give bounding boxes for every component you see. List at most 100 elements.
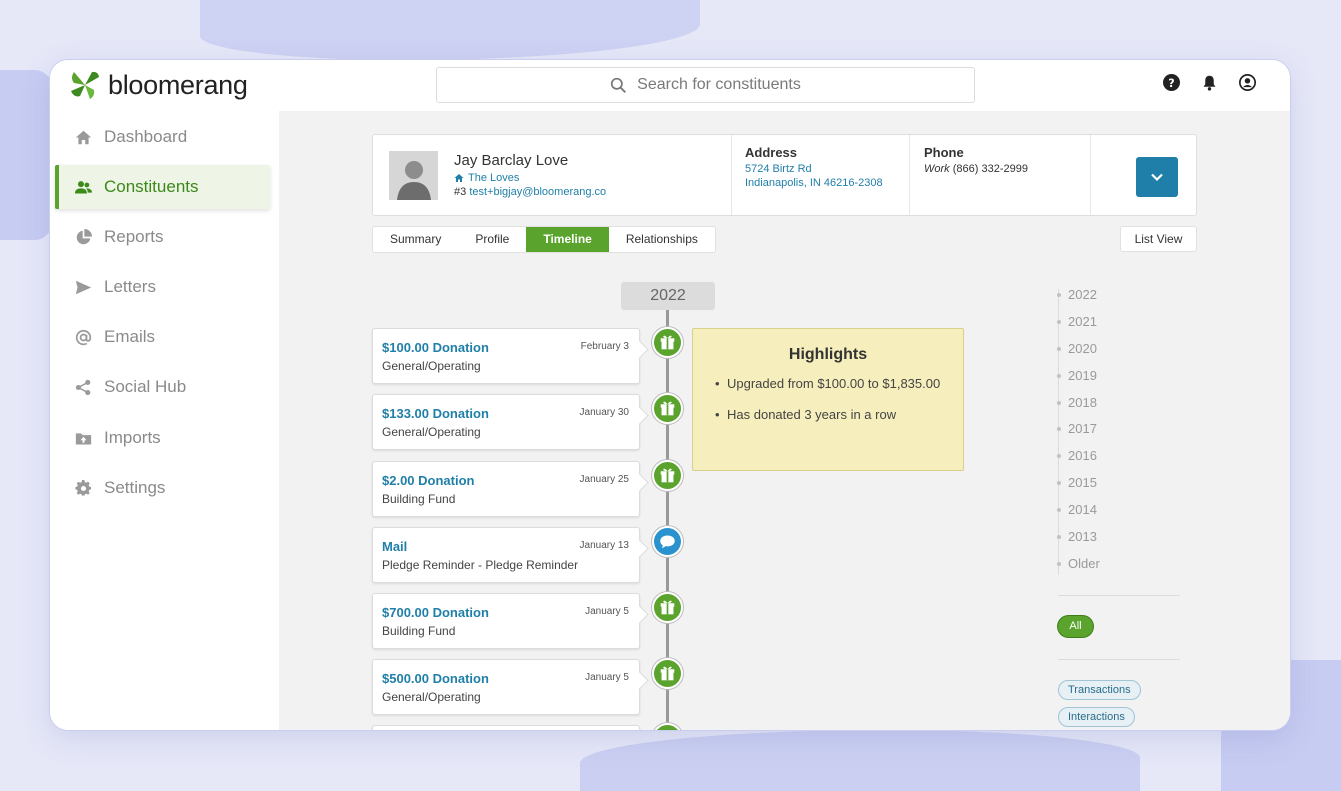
- list-view-button[interactable]: List View: [1120, 226, 1197, 252]
- filter-chip-interactions[interactable]: Interactions: [1058, 707, 1135, 727]
- event-title[interactable]: Mail: [382, 539, 407, 554]
- event-date: January 25: [579, 474, 629, 485]
- sidebar-item-label: Imports: [104, 428, 161, 447]
- year-link[interactable]: 2019: [1057, 368, 1097, 383]
- sidebar-item-settings[interactable]: Settings: [55, 466, 270, 510]
- year-link[interactable]: 2016: [1057, 448, 1097, 463]
- event-subtitle: General/Operating: [382, 359, 481, 373]
- event-title[interactable]: $2.00 Donation: [382, 473, 474, 488]
- sidebar-item-reports[interactable]: Reports: [55, 215, 270, 259]
- phone-label: Phone: [924, 145, 964, 160]
- timeline-event[interactable]: Mail January 13 Pledge Reminder - Pledge…: [372, 527, 640, 583]
- gift-icon: [652, 460, 683, 491]
- filter-chip-transactions[interactable]: Transactions: [1058, 680, 1141, 700]
- timeline-event-partial[interactable]: [372, 725, 640, 730]
- divider: [1058, 595, 1180, 596]
- event-subtitle: General/Operating: [382, 690, 481, 704]
- gift-icon: [652, 327, 683, 358]
- sidebar-item-label: Social Hub: [104, 377, 187, 396]
- event-subtitle: General/Operating: [382, 425, 481, 439]
- email-link[interactable]: test+bigjay@bloomerang.co: [469, 186, 606, 198]
- bell-icon[interactable]: [1201, 74, 1218, 91]
- timeline-event[interactable]: $700.00 Donation January 5 Building Fund: [372, 593, 640, 649]
- year-link[interactable]: 2021: [1057, 314, 1097, 329]
- at-icon: [75, 329, 92, 345]
- sidebar-item-letters[interactable]: Letters: [55, 265, 270, 309]
- phone-type: Work: [924, 163, 950, 175]
- event-date: January 5: [585, 606, 629, 617]
- year-link[interactable]: 2020: [1057, 341, 1097, 356]
- sidebar-item-label: Reports: [104, 227, 164, 246]
- app-window: bloomerang Search for constituents ? Das…: [50, 60, 1290, 730]
- highlight-item: Has donated 3 years in a row: [715, 405, 945, 424]
- year-link[interactable]: 2014: [1057, 502, 1097, 517]
- year-link[interactable]: 2013: [1057, 529, 1097, 544]
- sidebar-item-imports[interactable]: Imports: [55, 416, 270, 460]
- logo[interactable]: bloomerang: [68, 69, 248, 101]
- share-icon: [75, 379, 91, 395]
- year-link[interactable]: Older: [1057, 556, 1100, 571]
- constituent-name: Jay Barclay Love: [454, 152, 569, 169]
- gift-icon: [652, 658, 683, 689]
- help-icon[interactable]: ?: [1163, 74, 1180, 91]
- send-icon: [75, 280, 92, 294]
- users-icon: [75, 180, 92, 193]
- tab-profile[interactable]: Profile: [458, 227, 526, 252]
- chat-bubble-icon: [652, 526, 683, 557]
- sidebar-item-label: Constituents: [104, 177, 199, 196]
- event-title[interactable]: $500.00 Donation: [382, 671, 489, 686]
- top-bar: bloomerang Search for constituents ?: [50, 60, 1290, 111]
- sidebar-item-emails[interactable]: Emails: [55, 315, 270, 359]
- search-placeholder: Search for constituents: [637, 76, 801, 93]
- highlights-panel: Highlights Upgraded from $100.00 to $1,8…: [692, 328, 964, 471]
- event-title[interactable]: $700.00 Donation: [382, 605, 489, 620]
- event-date: January 30: [579, 407, 629, 418]
- event-subtitle: Pledge Reminder - Pledge Reminder: [382, 558, 579, 572]
- constituent-id: #3: [454, 186, 467, 198]
- home-icon: [75, 130, 92, 144]
- avatar[interactable]: [389, 151, 438, 200]
- logo-icon: [71, 71, 99, 99]
- year-link[interactable]: 2022: [1057, 287, 1097, 302]
- address-line2[interactable]: Indianapolis, IN 46216-2308: [745, 177, 883, 189]
- constituent-card: Jay Barclay Love The Loves #3 test+bigja…: [372, 134, 1197, 216]
- year-link[interactable]: 2018: [1057, 395, 1097, 410]
- actions-dropdown-button[interactable]: [1136, 157, 1178, 197]
- event-title[interactable]: $133.00 Donation: [382, 406, 489, 421]
- tab-timeline[interactable]: Timeline: [526, 227, 609, 252]
- account-icon[interactable]: [1239, 74, 1256, 91]
- year-link[interactable]: 2015: [1057, 475, 1097, 490]
- search-input[interactable]: Search for constituents: [436, 67, 975, 103]
- household-link[interactable]: The Loves: [454, 172, 519, 184]
- timeline-event[interactable]: $500.00 Donation January 5 General/Opera…: [372, 659, 640, 715]
- person-photo-icon: [389, 151, 438, 200]
- filter-all-button[interactable]: All: [1058, 616, 1093, 637]
- year-link[interactable]: 2017: [1057, 421, 1097, 436]
- sidebar: Dashboard Constituents Reports Letters E…: [50, 111, 279, 730]
- highlights-title: Highlights: [788, 346, 868, 363]
- timeline-event[interactable]: $133.00 Donation January 30 General/Oper…: [372, 394, 640, 450]
- sidebar-item-label: Emails: [104, 327, 156, 346]
- timeline-event[interactable]: $2.00 Donation January 25 Building Fund: [372, 461, 640, 517]
- event-date: January 13: [579, 540, 629, 551]
- address-label: Address: [745, 145, 798, 160]
- phone-number: (866) 332-2999: [952, 163, 1028, 175]
- sidebar-item-social-hub[interactable]: Social Hub: [55, 365, 270, 409]
- event-date: January 5: [585, 672, 629, 683]
- timeline-event[interactable]: $100.00 Donation February 3 General/Oper…: [372, 328, 640, 384]
- sidebar-item-label: Settings: [104, 478, 166, 497]
- sidebar-item-constituents[interactable]: Constituents: [55, 165, 270, 209]
- folder-upload-icon: [75, 432, 92, 444]
- divider: [1058, 659, 1180, 660]
- address-line1[interactable]: 5724 Birtz Rd: [745, 163, 812, 175]
- sidebar-item-dashboard[interactable]: Dashboard: [55, 115, 270, 159]
- gift-icon: [652, 592, 683, 623]
- pie-chart-icon: [76, 228, 92, 244]
- tab-summary[interactable]: Summary: [373, 227, 458, 252]
- tab-relationships[interactable]: Relationships: [609, 227, 715, 252]
- search-icon: [611, 77, 627, 93]
- phone-value: Work (866) 332-2999: [924, 163, 1028, 175]
- home-icon: [454, 174, 464, 182]
- event-title[interactable]: $100.00 Donation: [382, 340, 489, 355]
- sidebar-item-label: Dashboard: [104, 127, 188, 146]
